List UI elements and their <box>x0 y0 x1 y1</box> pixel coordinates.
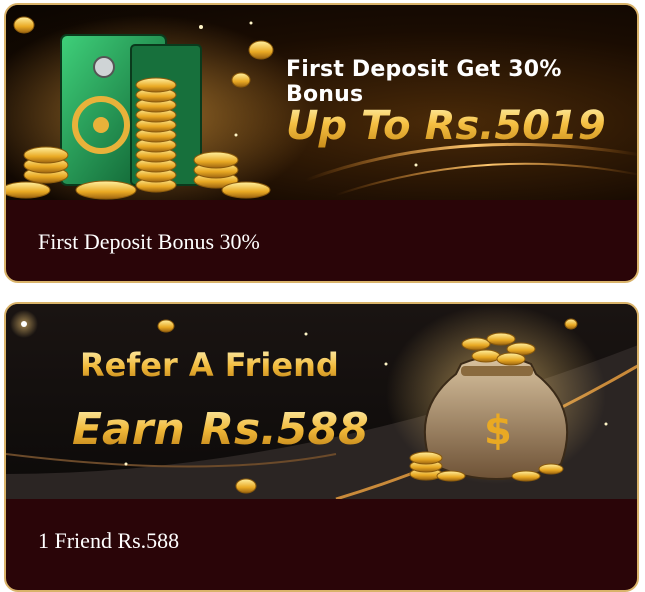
promo-card-first-deposit[interactable]: First Deposit Get 30% Bonus Up To Rs.501… <box>4 3 639 283</box>
banner-title: Refer A Friend <box>80 346 339 384</box>
banner-title: First Deposit Get 30% Bonus <box>286 57 562 107</box>
banner-amount: Up To Rs.5019 <box>286 103 606 149</box>
promo-banner-first-deposit[interactable]: First Deposit Get 30% Bonus Up To Rs.501… <box>6 5 637 200</box>
svg-text:$: $ <box>484 408 512 454</box>
promo-card-refer-friend[interactable]: $ Refer A Friend Earn Rs.588 1 Friend Rs… <box>4 302 639 592</box>
promo-caption: First Deposit Bonus 30% <box>38 229 260 254</box>
promo-caption: 1 Friend Rs.588 <box>38 528 180 553</box>
banner-amount: Earn Rs.588 <box>72 404 369 455</box>
promo-banner-refer-friend[interactable]: $ Refer A Friend Earn Rs.588 <box>6 304 637 499</box>
money-bag-icon: $ <box>6 304 637 499</box>
